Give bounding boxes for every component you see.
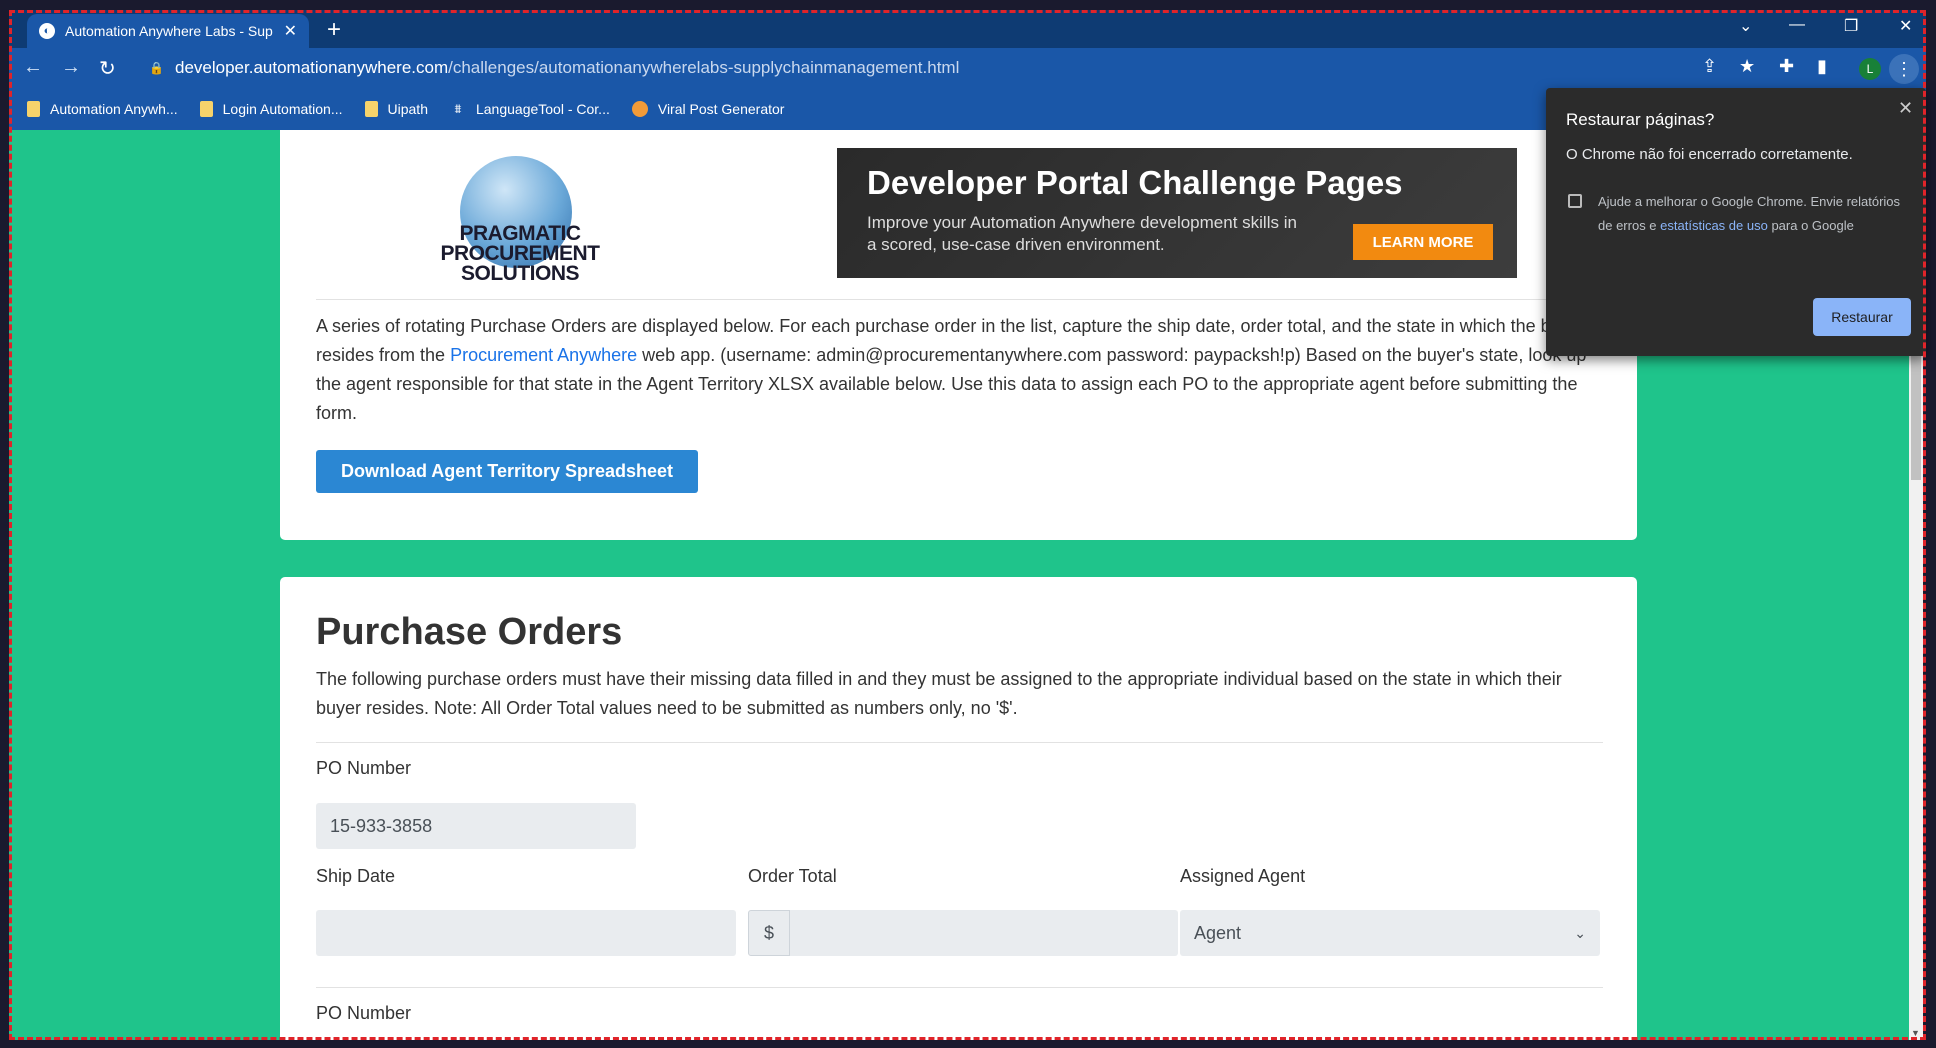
usage-stats-link[interactable]: estatísticas de uso — [1660, 218, 1768, 233]
order-total-label: Order Total — [748, 866, 837, 886]
folder-icon — [199, 101, 213, 117]
browser-window: ◐ Automation Anywhere Labs - Sup ✕ + ⌄ —… — [0, 0, 1936, 1048]
tab-strip: ◐ Automation Anywhere Labs - Sup ✕ + ⌄ —… — [9, 10, 1926, 48]
usage-stats-checkbox[interactable] — [1568, 194, 1582, 208]
globe-icon: ◐ — [39, 23, 55, 39]
checkbox-text-part: para o Google — [1767, 218, 1854, 233]
divider — [316, 742, 1603, 743]
bookmark-label: Login Automation... — [222, 101, 343, 117]
browser-tab[interactable]: ◐ Automation Anywhere Labs - Sup ✕ — [27, 14, 309, 48]
assigned-agent-select[interactable]: Agent ⌄ — [1180, 910, 1600, 956]
order-total-field[interactable] — [790, 910, 1178, 956]
bookmark-star-icon[interactable]: ★ — [1739, 56, 1755, 77]
side-panel-icon[interactable]: ▮ — [1817, 56, 1827, 77]
back-icon[interactable]: ← — [23, 56, 43, 79]
agent-select-value: Agent — [1194, 922, 1242, 943]
bookmark-label: LanguageTool - Cor... — [475, 101, 610, 117]
restore-button[interactable]: Restaurar — [1813, 298, 1911, 336]
chrome-menu-icon[interactable]: ⋮ — [1889, 54, 1919, 84]
address-bar[interactable]: 🔒 developer.automationanywhere.com/chall… — [149, 52, 1709, 84]
ship-date-label: Ship Date — [316, 866, 396, 886]
assigned-agent-label: Assigned Agent — [1180, 866, 1306, 886]
procurement-anywhere-link[interactable]: Procurement Anywhere — [450, 345, 637, 365]
bookmark-item[interactable]: ⩩ LanguageTool - Cor... — [450, 101, 610, 117]
folder-icon — [364, 101, 378, 117]
tab-search-icon[interactable]: ⌄ — [1739, 16, 1752, 36]
intro-text: A series of rotating Purchase Orders are… — [316, 312, 1606, 428]
close-dialog-icon[interactable]: ✕ — [1898, 98, 1913, 119]
languagetool-icon: ⩩ — [454, 101, 462, 116]
ship-date-field[interactable] — [316, 910, 736, 956]
bookmark-item[interactable]: Viral Post Generator — [631, 101, 785, 117]
po-number-label: PO Number — [316, 758, 412, 778]
profile-avatar[interactable]: L — [1859, 58, 1881, 80]
folder-icon — [27, 101, 40, 117]
minimize-icon[interactable]: — — [1789, 16, 1805, 34]
new-tab-button[interactable]: + — [327, 18, 341, 42]
reload-icon[interactable]: ↻ — [99, 56, 116, 81]
share-icon[interactable]: ⇪ — [1702, 56, 1717, 77]
purchase-orders-description: The following purchase orders must have … — [316, 669, 1562, 718]
intro-card: PRAGMATIC PROCUREMENT SOLUTIONS Develope… — [280, 130, 1637, 540]
bookmark-label: Viral Post Generator — [657, 101, 785, 117]
developer-portal-banner[interactable]: Developer Portal Challenge Pages Improve… — [837, 148, 1517, 278]
browser-toolbar: ← → ↻ 🔒 developer.automationanywhere.com… — [9, 48, 1926, 88]
banner-text: Improve your Automation Anywhere develop… — [867, 213, 1297, 254]
tab-title: Automation Anywhere Labs - Sup — [65, 23, 273, 39]
learn-more-button[interactable]: LEARN MORE — [1353, 224, 1493, 260]
next-po-number-label: PO Number — [316, 1003, 412, 1023]
close-tab-icon[interactable]: ✕ — [284, 21, 297, 41]
download-spreadsheet-button[interactable]: Download Agent Territory Spreadsheet — [316, 450, 698, 493]
banner-title: Developer Portal Challenge Pages — [867, 164, 1403, 201]
divider — [316, 299, 1603, 300]
restore-pages-dialog: Restaurar páginas? ✕ O Chrome não foi en… — [1546, 88, 1926, 356]
url-host: developer.automationanywhere.com — [175, 58, 449, 77]
close-window-icon[interactable]: ✕ — [1899, 16, 1912, 36]
restore-window-icon[interactable]: ❐ — [1844, 16, 1858, 36]
currency-addon: $ — [748, 910, 790, 956]
bookmark-label: Automation Anywh... — [50, 101, 178, 117]
forward-icon[interactable]: → — [61, 56, 81, 79]
purchase-orders-title: Purchase Orders — [316, 611, 623, 653]
extensions-icon[interactable]: ✚ — [1779, 56, 1794, 77]
url-path: /challenges/automationanywherelabs-suppl… — [448, 58, 960, 77]
po-number-field[interactable]: 15-933-3858 — [316, 803, 636, 849]
bookmark-item[interactable]: Uipath — [364, 101, 428, 117]
checkbox-text: Ajude a melhorar o Google Chrome. Envie … — [1598, 190, 1908, 238]
lock-icon: 🔒 — [149, 61, 164, 75]
bookmark-item[interactable]: Login Automation... — [199, 101, 343, 117]
bookmark-label: Uipath — [387, 101, 428, 117]
dialog-title: Restaurar páginas? — [1566, 110, 1715, 129]
dialog-description: O Chrome não foi encerrado corretamente. — [1566, 146, 1853, 163]
viral-icon — [631, 101, 648, 117]
company-logo: PRAGMATIC PROCUREMENT SOLUTIONS — [380, 140, 660, 284]
bookmark-item[interactable]: Automation Anywh... — [27, 101, 178, 117]
logo-text: PRAGMATIC PROCUREMENT SOLUTIONS — [440, 222, 600, 285]
divider — [316, 987, 1603, 988]
purchase-orders-card: Purchase Orders The following purchase o… — [280, 577, 1637, 1040]
chevron-down-icon: ⌄ — [1574, 924, 1586, 941]
scroll-down-icon[interactable]: ▼ — [1911, 1028, 1920, 1038]
